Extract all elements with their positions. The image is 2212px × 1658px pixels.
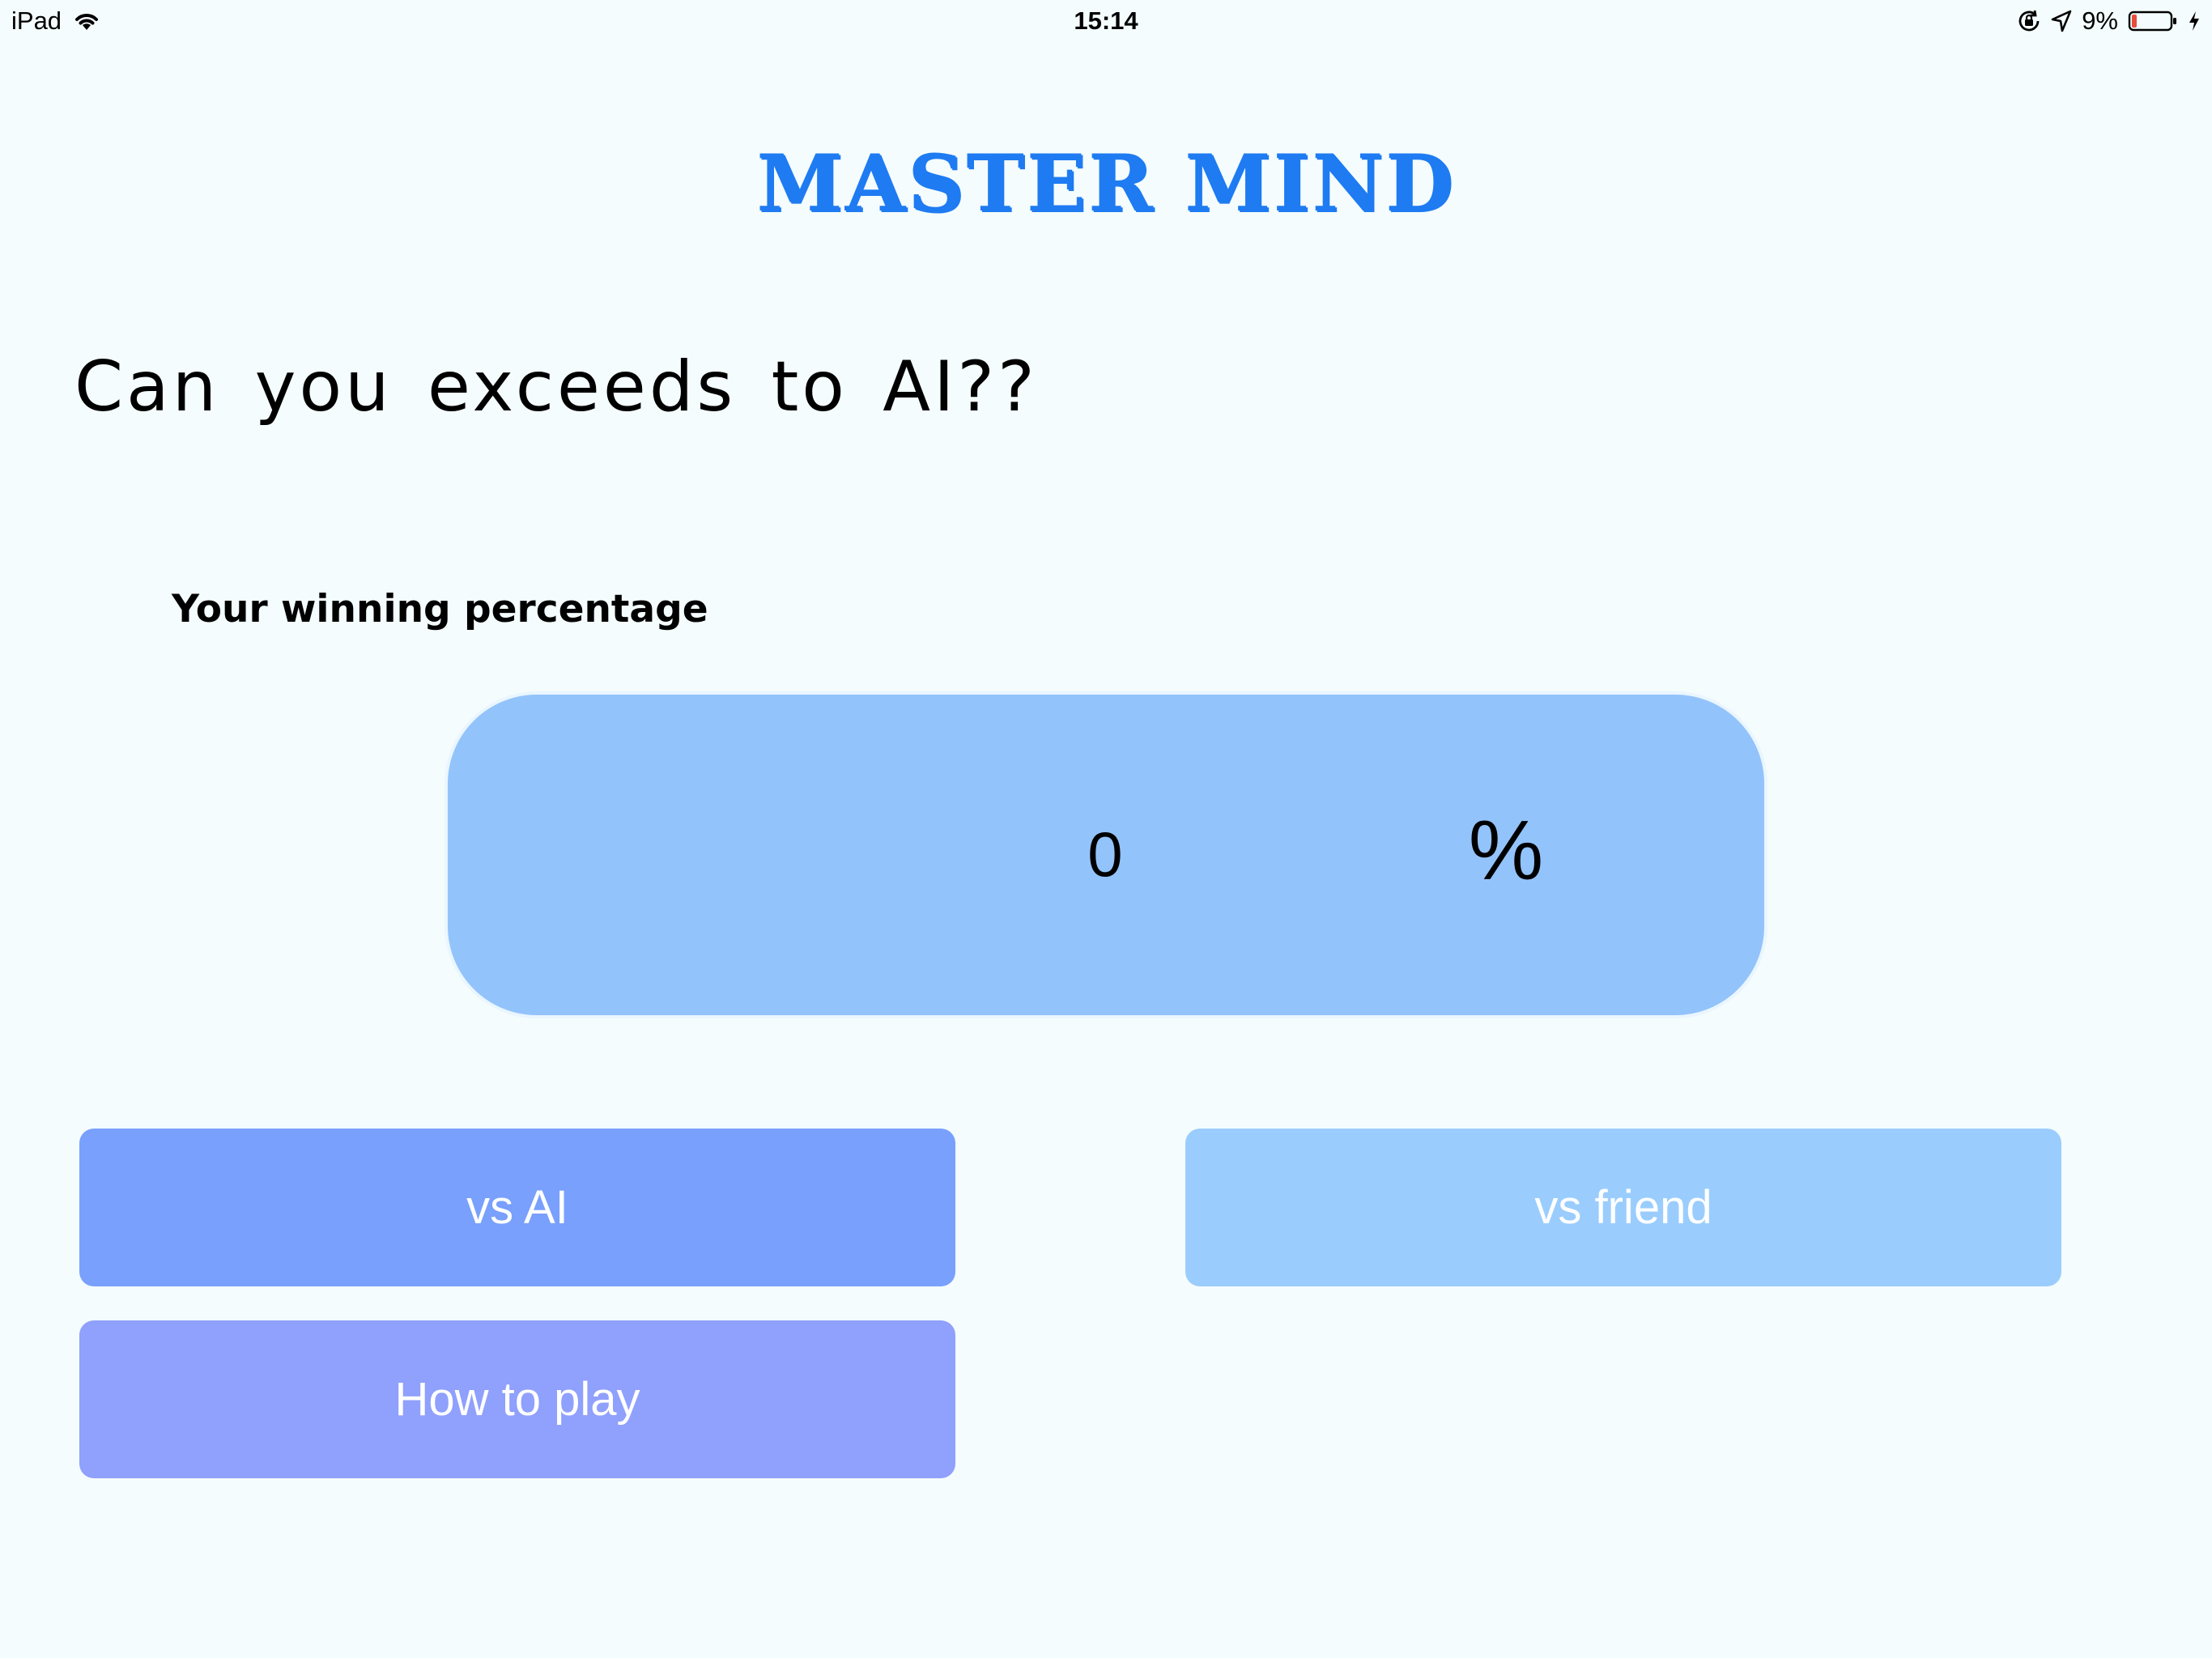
percent-sign: %	[1468, 804, 1544, 898]
tagline: Can you exceeds to AI??	[74, 346, 1038, 427]
charging-icon	[2188, 10, 2201, 32]
app-title: MASTER MIND	[756, 138, 1456, 229]
vs-ai-button[interactable]: vs AI	[79, 1129, 955, 1286]
winning-percentage-label: Your winning percentage	[172, 587, 708, 631]
battery-icon	[2128, 10, 2178, 32]
vs-friend-button[interactable]: vs friend	[1185, 1129, 2061, 1286]
status-time: 15:14	[1074, 6, 1138, 35]
rotation-lock-icon	[2017, 9, 2041, 33]
how-to-play-button[interactable]: How to play	[79, 1320, 955, 1478]
status-right: 9%	[2017, 6, 2201, 36]
battery-percent: 9%	[2082, 6, 2118, 35]
winning-percentage-value: 0	[1087, 818, 1123, 890]
location-icon	[2051, 10, 2072, 32]
status-bar: iPad 15:14 9%	[0, 0, 2212, 45]
